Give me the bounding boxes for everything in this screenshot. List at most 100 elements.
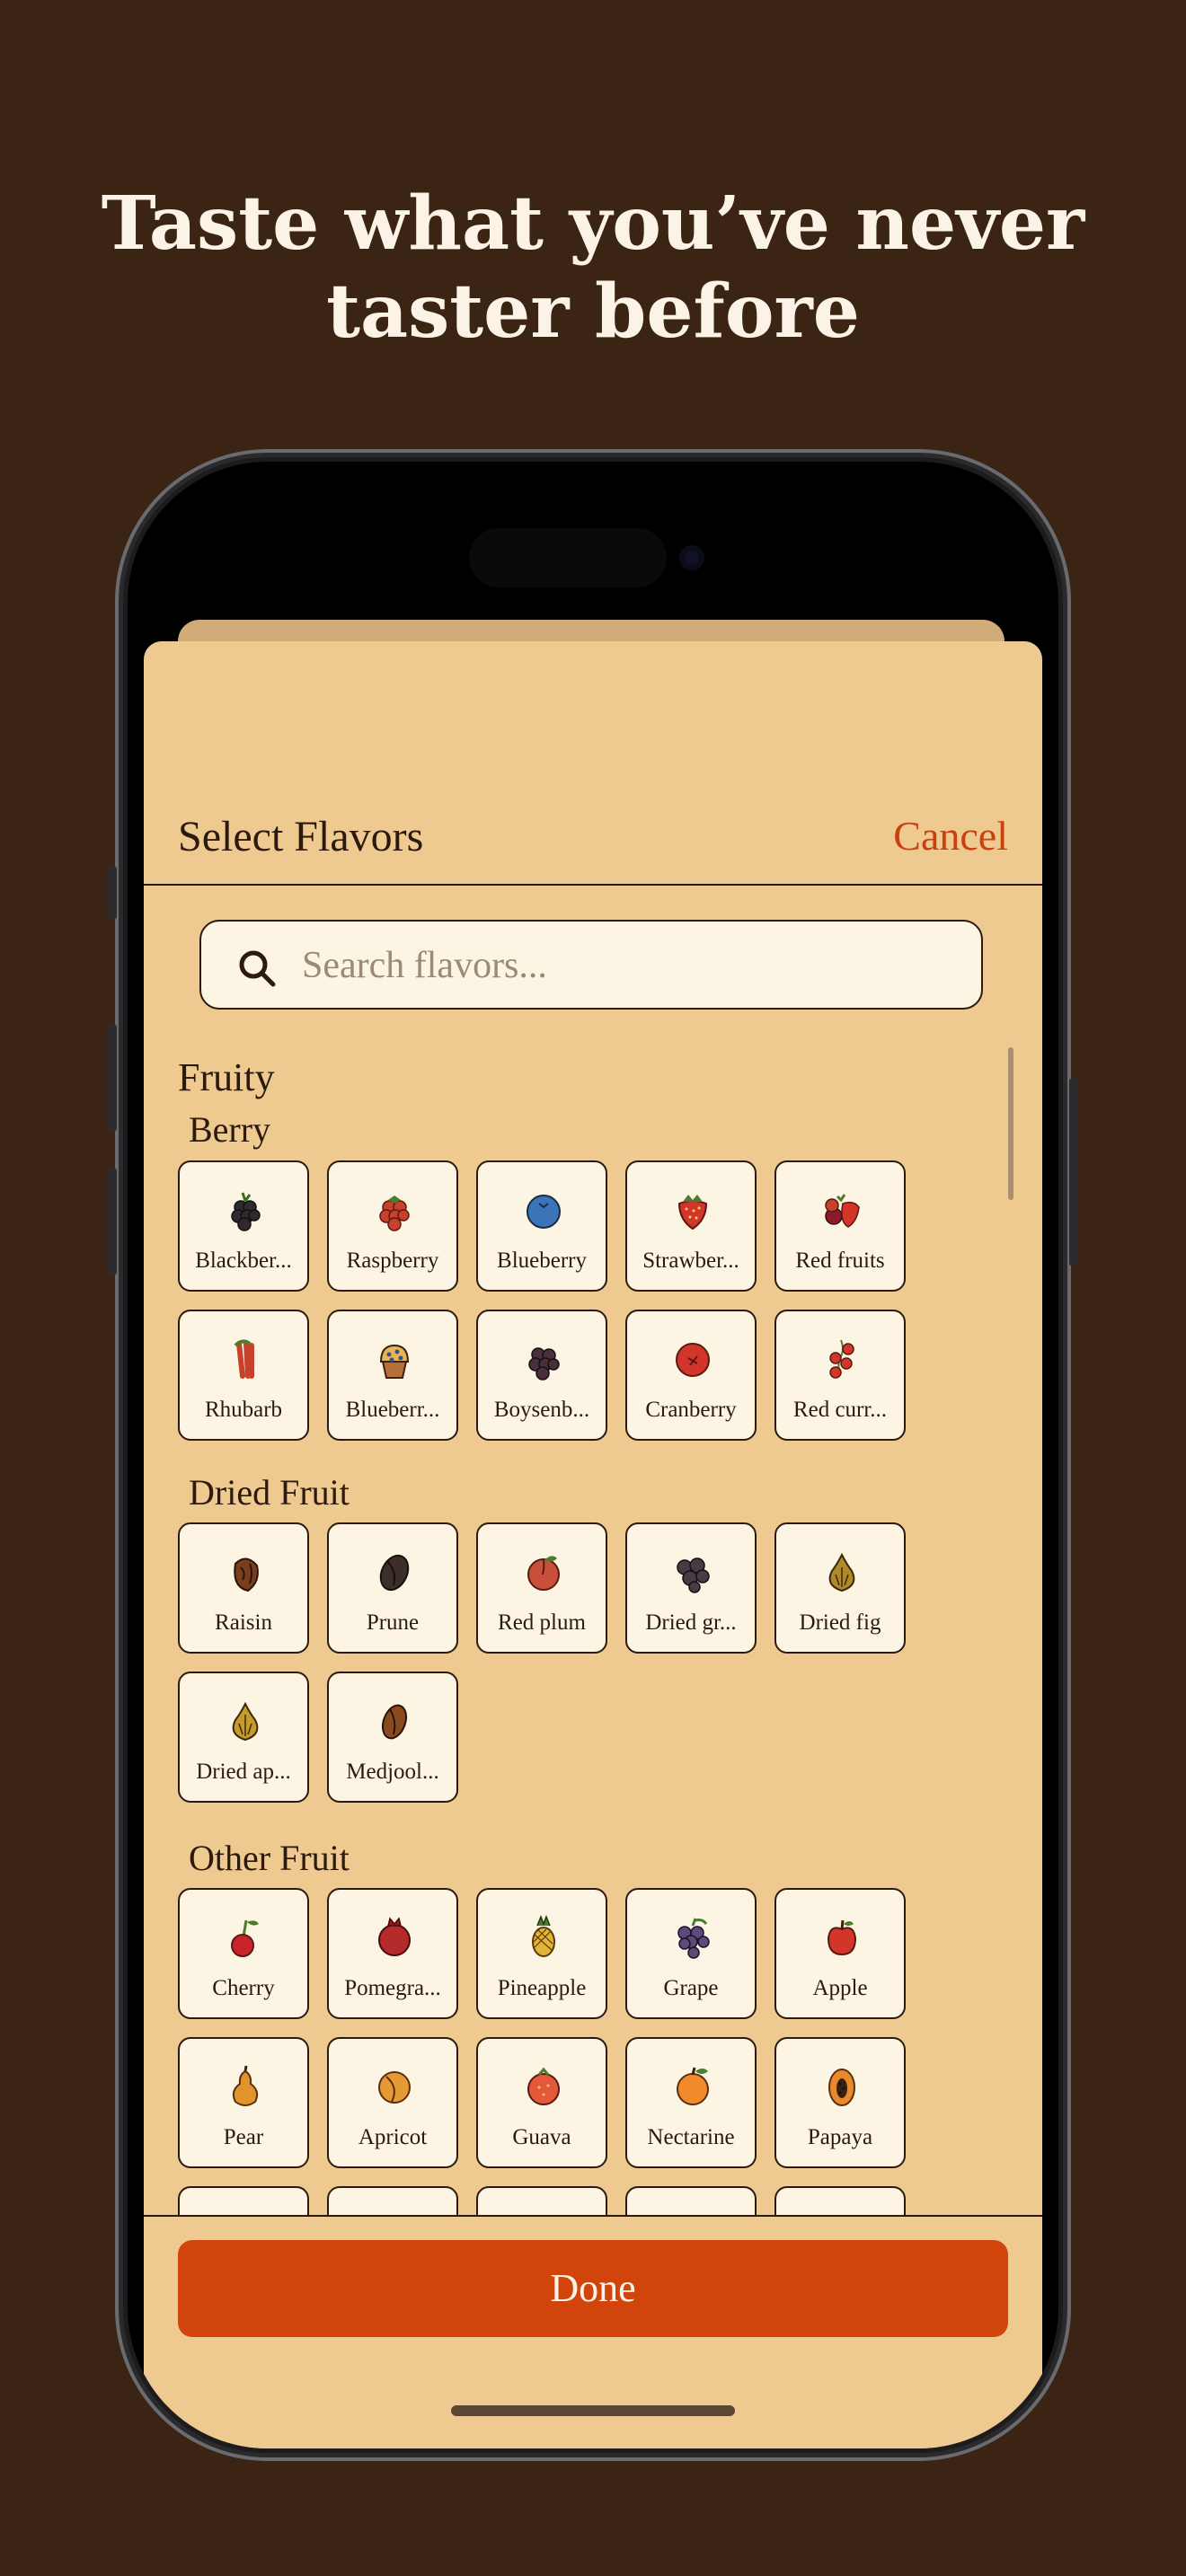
flavor-tile-label: Cherry xyxy=(212,1976,275,2000)
flavor-tile-label: Apricot xyxy=(358,2125,428,2149)
phone-screen: Select Flavors Cancel Fruity Berry Dried… xyxy=(128,462,1058,2448)
flavor-tile-guava[interactable]: Guava xyxy=(476,2037,607,2168)
flavor-tile-blackberry[interactable]: Blackber... xyxy=(178,1160,309,1292)
nectarine-icon xyxy=(677,2067,709,2105)
headline-line-1: Taste what you’ve never xyxy=(101,181,1085,267)
flavor-tile-nectarine[interactable]: Nectarine xyxy=(625,2037,757,2168)
flavor-tile-label: Dried gr... xyxy=(645,1610,737,1635)
pomegranate-icon xyxy=(378,1917,411,1956)
flavor-tile-label: Pear xyxy=(223,2125,264,2149)
phone-action-button xyxy=(108,866,117,920)
phone-volume-up-button xyxy=(108,1024,117,1132)
flavor-tile-date[interactable]: Medjool... xyxy=(327,1672,458,1803)
scrollbar[interactable] xyxy=(1008,1047,1013,1200)
flavor-tile-label: Dried fig xyxy=(799,1610,881,1635)
flavor-tile-raisin[interactable]: Raisin xyxy=(178,1522,309,1654)
flavor-tile-cherry[interactable]: Cherry xyxy=(178,1888,309,2019)
blackberry-icon xyxy=(231,1192,261,1231)
flavor-tile-empty[interactable] xyxy=(327,2186,458,2215)
flavor-tile-empty[interactable] xyxy=(476,2186,607,2215)
home-indicator[interactable] xyxy=(451,2405,735,2416)
dynamic-island xyxy=(469,528,667,587)
fig-icon xyxy=(828,1552,855,1592)
flavor-tile-red-fruits[interactable]: Red fruits xyxy=(774,1160,906,1292)
flavor-tile-label: Guava xyxy=(512,2125,571,2149)
blueberry-icon xyxy=(527,1195,561,1229)
raspberry-icon xyxy=(379,1195,410,1231)
pear-icon xyxy=(232,2065,259,2106)
flavor-tile-label: Medjool... xyxy=(346,1760,439,1784)
flavor-tile-label: Dried ap... xyxy=(196,1760,291,1784)
flavor-tile-label: Cranberry xyxy=(645,1398,737,1422)
marketing-headline: Taste what you’ve never taster before xyxy=(0,180,1186,356)
flavor-tile-empty[interactable] xyxy=(774,2186,906,2215)
flavor-tile-muffin[interactable]: Blueberr... xyxy=(327,1310,458,1441)
flavor-tile-label: Raspberry xyxy=(346,1248,439,1273)
apricot-icon xyxy=(378,2071,411,2104)
done-button[interactable]: Done xyxy=(178,2240,1008,2337)
section-title-other-fruit: Other Fruit xyxy=(189,1838,350,1878)
guava-icon xyxy=(527,2067,560,2105)
prune-icon xyxy=(379,1554,410,1592)
flavor-tile-empty[interactable] xyxy=(178,2186,309,2215)
phone-volume-down-button xyxy=(108,1168,117,1275)
search-bar[interactable] xyxy=(199,920,983,1010)
phone-frame: Select Flavors Cancel Fruity Berry Dried… xyxy=(108,449,1078,2461)
flavor-tile-label: Red fruits xyxy=(795,1248,885,1273)
flavor-tile-pineapple[interactable]: Pineapple xyxy=(476,1888,607,2019)
flavor-tile-label: Pomegra... xyxy=(344,1976,441,2000)
flavor-tile-dried-apricot[interactable]: Dried ap... xyxy=(178,1672,309,1803)
flavor-tile-rhubarb[interactable]: Rhubarb xyxy=(178,1310,309,1441)
flavor-tile-label: Prune xyxy=(366,1610,420,1635)
headline-line-2: taster before xyxy=(326,269,860,355)
papaya-icon xyxy=(828,2069,855,2106)
date-icon xyxy=(381,1704,408,1740)
flavor-tile-label: Blueberry xyxy=(497,1248,587,1273)
flavor-tile-pear[interactable]: Pear xyxy=(178,2037,309,2168)
sheet-title: Select Flavors xyxy=(178,813,424,860)
search-input[interactable] xyxy=(300,922,951,1010)
flavor-tile-papaya[interactable]: Papaya xyxy=(774,2037,906,2168)
flavor-tile-red-currant[interactable]: Red curr... xyxy=(774,1310,906,1441)
red-plum-icon xyxy=(527,1556,560,1591)
flavor-tile-apricot[interactable]: Apricot xyxy=(327,2037,458,2168)
strawberry-icon xyxy=(677,1195,708,1231)
flavor-tile-pomegranate[interactable]: Pomegra... xyxy=(327,1888,458,2019)
flavor-tile-blueberry[interactable]: Blueberry xyxy=(476,1160,607,1292)
flavor-tile-label: Boysenb... xyxy=(493,1398,590,1422)
flavor-tile-strawberry[interactable]: Strawber... xyxy=(625,1160,757,1292)
flavor-tile-dried-grape[interactable]: Dried gr... xyxy=(625,1522,757,1654)
flavor-tile-boysenberry[interactable]: Boysenb... xyxy=(476,1310,607,1441)
flavor-tile-red-plum[interactable]: Red plum xyxy=(476,1522,607,1654)
red-currant-icon xyxy=(829,1339,854,1379)
flavor-tile-raspberry[interactable]: Raspberry xyxy=(327,1160,458,1292)
flavor-tile-label: Pineapple xyxy=(497,1976,587,2000)
cranberry-icon xyxy=(676,1343,710,1377)
search-icon xyxy=(239,950,276,987)
flavor-list[interactable]: Fruity Berry Dried Fruit Other Fruit Bla… xyxy=(144,1037,1042,2215)
grape-icon xyxy=(677,1918,710,1959)
flavor-tile-label: Strawber... xyxy=(642,1248,739,1273)
flavor-tile-empty[interactable] xyxy=(625,2186,757,2215)
cherry-icon xyxy=(231,1919,259,1957)
boysenberry-icon xyxy=(528,1347,560,1381)
section-title-dried-fruit: Dried Fruit xyxy=(189,1472,350,1513)
flavor-tile-grape[interactable]: Grape xyxy=(625,1888,757,2019)
flavor-tile-fig[interactable]: Dried fig xyxy=(774,1522,906,1654)
flavor-tile-apple[interactable]: Apple xyxy=(774,1888,906,2019)
front-camera xyxy=(679,545,704,570)
group-title-fruity: Fruity xyxy=(178,1055,275,1099)
cancel-button[interactable]: Cancel xyxy=(893,812,1008,860)
red-fruits-icon xyxy=(825,1194,860,1228)
flavor-tile-label: Rhubarb xyxy=(204,1398,283,1422)
raisin-icon xyxy=(234,1557,259,1592)
sheet-footer: Done xyxy=(144,2215,1042,2448)
flavor-tile-label: Blueberr... xyxy=(345,1398,440,1422)
flavor-tile-label: Papaya xyxy=(807,2125,873,2149)
apple-icon xyxy=(827,1919,857,1956)
flavor-tile-prune[interactable]: Prune xyxy=(327,1522,458,1654)
sheet-header: Select Flavors Cancel xyxy=(144,641,1042,886)
muffin-icon xyxy=(379,1344,410,1379)
section-title-berry: Berry xyxy=(189,1109,271,1150)
flavor-tile-cranberry[interactable]: Cranberry xyxy=(625,1310,757,1441)
